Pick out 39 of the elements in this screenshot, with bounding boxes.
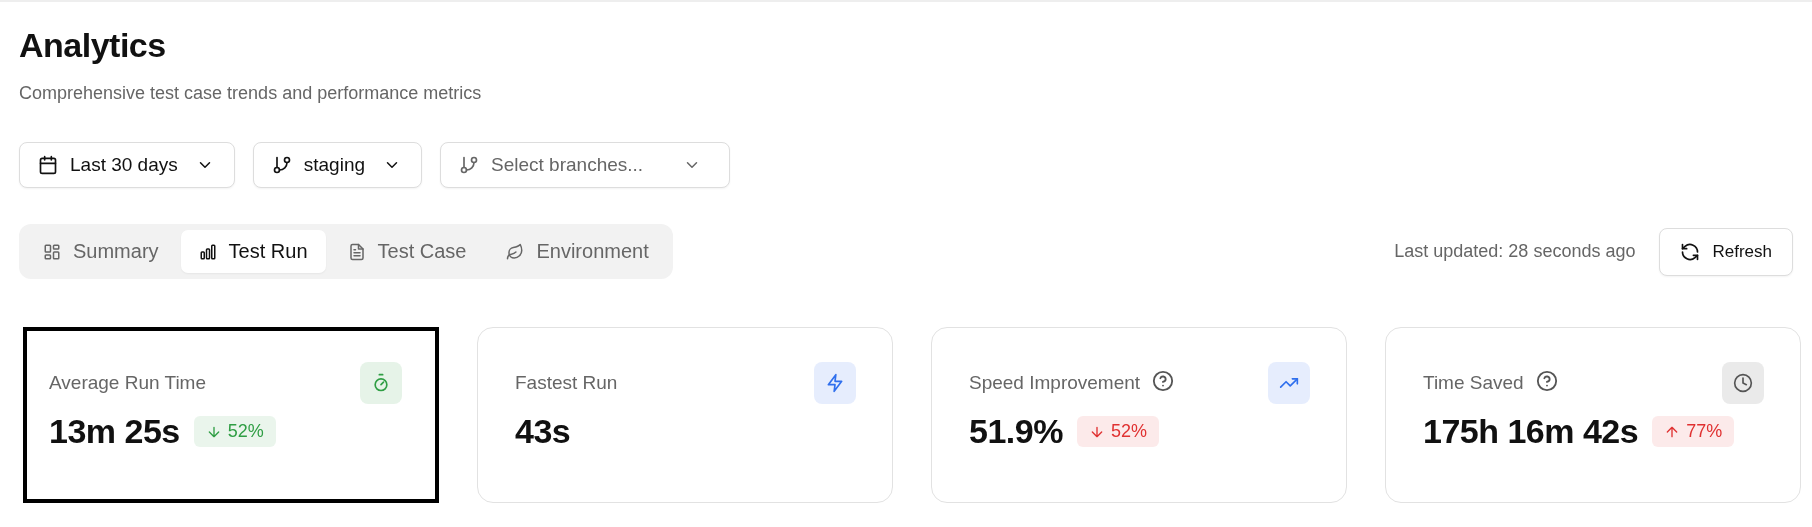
- metric-title: Average Run Time: [49, 372, 206, 394]
- tab[interactable]: Test Run: [180, 230, 326, 273]
- metric-card[interactable]: Speed Improvement 51.9% 52%: [931, 327, 1347, 503]
- grid-icon: [43, 242, 61, 261]
- metric-card[interactable]: Fastest Run 43s: [477, 327, 893, 503]
- stopwatch-icon: [371, 373, 391, 393]
- refresh-icon: [1680, 241, 1701, 262]
- metric-value: 51.9%: [969, 412, 1063, 451]
- bar-chart-icon: [198, 242, 217, 261]
- metric-title: Speed Improvement: [969, 372, 1141, 394]
- branch-dropdown[interactable]: Select branches...: [440, 142, 731, 188]
- last-updated-text: Last updated: 28 seconds ago: [1394, 241, 1636, 262]
- metric-value: 175h 16m 42s: [1423, 412, 1639, 451]
- tab[interactable]: Environment: [488, 230, 667, 273]
- metric-card[interactable]: Time Saved 175h 16m 42s 77%: [1385, 327, 1801, 503]
- metric-card[interactable]: Average Run Time 13m 25s 52%: [23, 327, 439, 503]
- leaf-icon: [506, 242, 525, 261]
- metric-title: Fastest Run: [515, 372, 618, 394]
- help-icon: [1535, 370, 1558, 392]
- help-icon: [1152, 370, 1175, 392]
- branch-dropdown[interactable]: staging: [252, 142, 423, 188]
- calendar-icon: [38, 155, 58, 175]
- metric-title: Time Saved: [1423, 372, 1524, 394]
- document-icon: [347, 242, 366, 261]
- page-title: Analytics: [19, 26, 167, 65]
- refresh-button[interactable]: Refresh: [1659, 227, 1793, 276]
- branch-icon: [271, 155, 292, 175]
- tab[interactable]: Summary: [25, 230, 177, 273]
- metric-value: 43s: [515, 412, 571, 451]
- change-badge: 52%: [193, 416, 276, 447]
- page-subtitle: Comprehensive test case trends and performance metrics: [19, 83, 483, 104]
- change-badge: 52%: [1076, 416, 1159, 447]
- change-badge: 77%: [1652, 416, 1735, 447]
- lightning-icon: [825, 373, 845, 393]
- tab[interactable]: Test Case: [329, 230, 485, 273]
- clock-icon: [1733, 373, 1753, 393]
- date-range-dropdown[interactable]: Last 30 days: [19, 142, 235, 188]
- branch-icon: [459, 155, 480, 175]
- metric-value: 13m 25s: [49, 412, 180, 451]
